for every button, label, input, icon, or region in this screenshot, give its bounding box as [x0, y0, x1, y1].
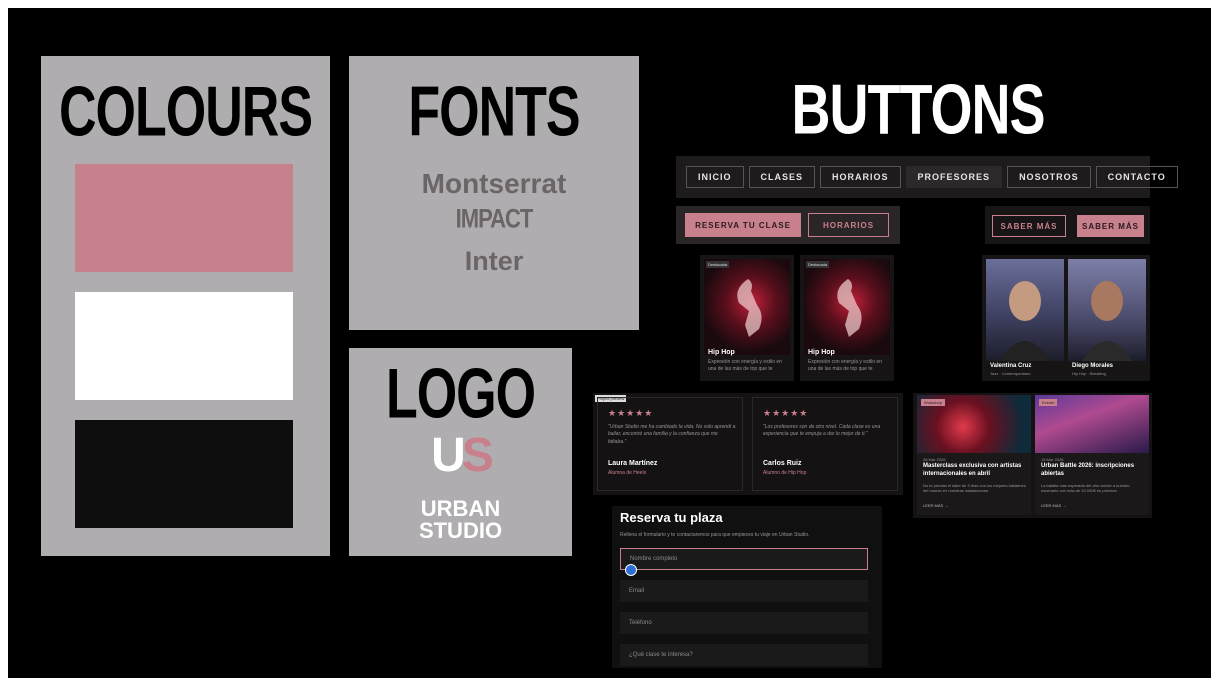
rating-stars: ★★★★★ — [608, 408, 654, 418]
reservation-form: Reserva tu plaza Rellena el formulario y… — [612, 506, 882, 668]
testimonial-quote: "Los profesores son de otro nivel. Cada … — [763, 424, 881, 438]
avatar-icon — [1000, 281, 1050, 361]
phone-field[interactable]: Teléfono — [620, 612, 868, 634]
colour-swatch-black — [75, 420, 293, 528]
saber-mas-filled-button[interactable]: SABER MÁS — [1077, 215, 1144, 237]
news-link[interactable]: LEER MÁS → — [923, 503, 948, 508]
nav-horarios[interactable]: HORARIOS — [820, 166, 901, 188]
logo-mark-u: U — [431, 429, 466, 482]
testimonial-role: Alumno de Hip Hop — [763, 470, 807, 476]
reserva-button[interactable]: RESERVA TU CLASE — [685, 213, 801, 237]
news-card[interactable]: Workshop 28 Mar 2026 Masterclass exclusi… — [917, 395, 1031, 515]
nav-nosotros[interactable]: NOSOTROS — [1007, 166, 1091, 188]
saber-mas-outline-button[interactable]: SABER MÁS — [992, 215, 1066, 237]
moodboard-canvas: COLOURS FONTS Montserrat IMPACT Inter LO… — [8, 8, 1211, 678]
form-subtitle: Rellena el formulario y te contactaremos… — [620, 532, 810, 538]
nav-inicio[interactable]: INICIO — [686, 166, 744, 188]
font-sample-impact: IMPACT — [455, 203, 534, 234]
news-date: 15 Mar 2026 — [1041, 457, 1064, 462]
class-interest-field[interactable]: ¿Qué clase te interesa? — [620, 644, 868, 666]
colours-title: COLOURS — [59, 73, 313, 152]
teacher-photo — [1068, 259, 1146, 361]
news-title: Masterclass exclusiva con artistas inter… — [923, 463, 1022, 477]
class-tag: Destacada — [706, 261, 730, 268]
logo-line2: STUDIO — [418, 518, 503, 543]
news-date: 28 Mar 2026 — [923, 457, 946, 462]
horarios-button[interactable]: HORARIOS — [808, 213, 889, 237]
colour-swatch-pink — [75, 164, 293, 272]
logo-mark: US — [349, 432, 572, 480]
class-desc: Expresión con energía y estilo en una de… — [708, 359, 782, 373]
class-title: Hip Hop — [808, 349, 835, 356]
class-card[interactable]: Destacada Hip Hop Expresión con energía … — [700, 255, 794, 381]
fonts-title: FONTS — [408, 73, 580, 152]
dancer-figure-icon — [737, 279, 762, 337]
testimonial-name: Laura Martínez — [608, 460, 658, 467]
name-field[interactable]: Nombre completo — [620, 548, 868, 570]
logo-mark-s: S — [461, 429, 494, 482]
nav-contacto[interactable]: CONTACTO — [1095, 166, 1178, 188]
testimonial-role: Alumna de Heels — [608, 470, 647, 476]
teacher-name: Diego Morales — [1072, 363, 1114, 369]
form-title: Reserva tu plaza — [620, 510, 723, 525]
class-image — [804, 259, 890, 355]
news-card[interactable]: Evento 15 Mar 2026 Urban Battle 2026: in… — [1035, 395, 1149, 515]
testimonial-card: ★★★★★ "Urban Studio me ha cambiado la vi… — [597, 397, 743, 491]
class-title: Hip Hop — [708, 349, 735, 356]
class-desc: Expresión con energía y estilo en una de… — [808, 359, 882, 373]
logo-title: LOGO — [385, 355, 536, 434]
news-tag: Workshop — [921, 399, 945, 406]
testimonial-card: ★★★★★ "Los profesores son de otro nivel.… — [752, 397, 898, 491]
teacher-name: Valentina Cruz — [990, 363, 1032, 369]
font-sample-inter: Inter — [464, 246, 524, 276]
rating-stars: ★★★★★ — [763, 408, 809, 418]
news-link[interactable]: LEER MÁS → — [1041, 503, 1066, 508]
teacher-role: Hip Hop · Breaking — [1072, 371, 1106, 376]
colour-swatch-white — [75, 292, 293, 400]
testimonial-quote: "Urban Studio me ha cambiado la vida. No… — [608, 424, 736, 445]
class-tag: Destacada — [806, 261, 830, 268]
teacher-role: Jazz · Contemporáneo — [990, 371, 1031, 376]
news-section: Workshop 28 Mar 2026 Masterclass exclusi… — [913, 393, 1152, 518]
class-image — [704, 259, 790, 355]
news-desc: La batalla más esperada del año vuelve a… — [1041, 483, 1130, 494]
logo-panel: LOGO US URBAN STUDIO — [349, 348, 572, 556]
news-title: Urban Battle 2026: inscripciones abierta… — [1041, 463, 1135, 477]
colours-panel: COLOURS — [41, 56, 330, 556]
news-tag: Evento — [1039, 399, 1058, 406]
news-desc: No te pierdas el taller de 3 días con lo… — [923, 483, 1026, 494]
font-sample-montserrat: Montserrat — [421, 168, 567, 199]
avatar-icon — [1082, 281, 1132, 361]
cursor-marker-icon — [625, 564, 637, 576]
navbar-preview: INICIO CLASES HORARIOS PROFESORES NOSOTR… — [676, 156, 1178, 198]
fonts-panel: FONTS Montserrat IMPACT Inter — [349, 56, 639, 330]
teacher-photo — [986, 259, 1064, 361]
testimonials-section: Project preview ★★★★★ "Urban Studio me h… — [593, 393, 903, 495]
email-field[interactable]: Email — [620, 580, 868, 602]
dancer-figure-icon — [837, 279, 862, 337]
buttons-title: BUTTONS — [791, 71, 1045, 150]
testimonial-name: Carlos Ruiz — [763, 460, 802, 467]
teacher-card[interactable]: Valentina Cruz Jazz · Contemporáneo Dieg… — [982, 255, 1150, 381]
class-card[interactable]: Destacada Hip Hop Expresión con energía … — [800, 255, 894, 381]
nav-clases[interactable]: CLASES — [748, 166, 816, 188]
nav-profesores[interactable]: PROFESORES — [905, 166, 1003, 188]
